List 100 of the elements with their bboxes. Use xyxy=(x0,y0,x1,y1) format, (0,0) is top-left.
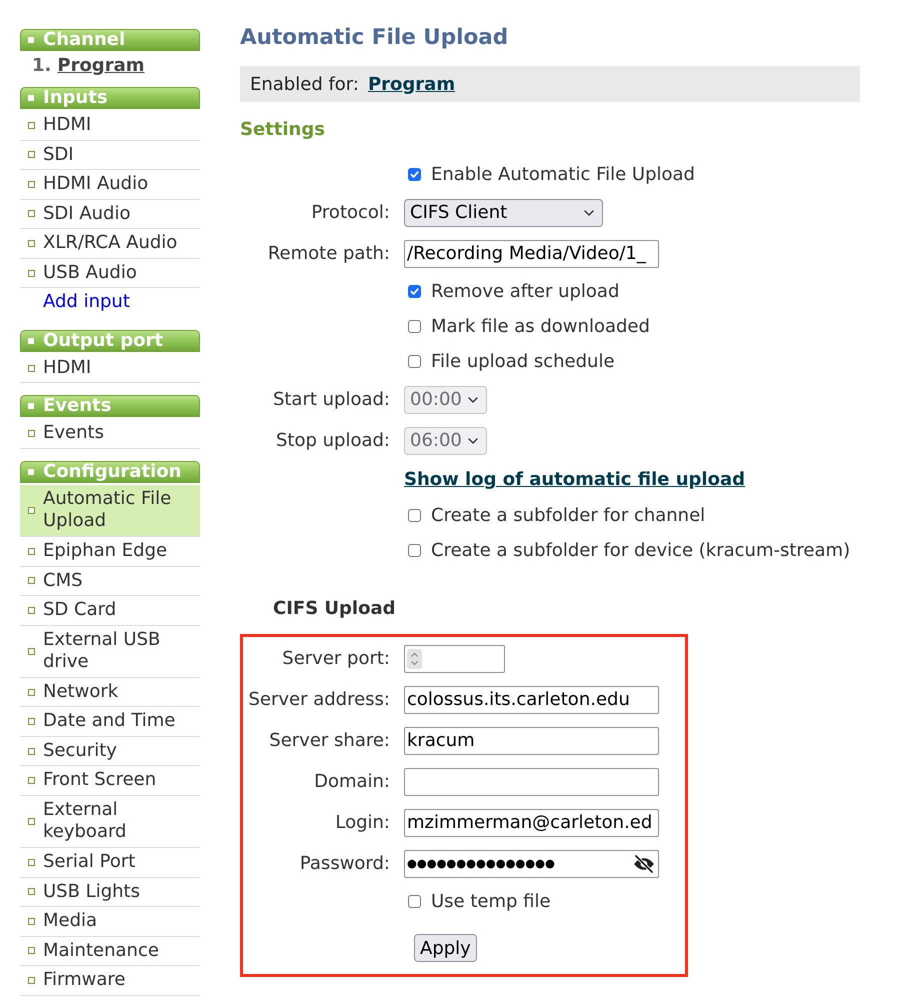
field-label: Login: xyxy=(334,812,390,833)
sidebar-item[interactable]: USB Audio xyxy=(20,258,200,288)
log-link[interactable]: Show log of automatic file upload xyxy=(404,469,860,490)
sidebar-item[interactable]: Events xyxy=(20,419,200,449)
checkbox[interactable] xyxy=(408,168,421,181)
square-bullet-icon xyxy=(28,777,35,784)
sidebar-item[interactable]: External USB drive xyxy=(20,626,200,678)
square-bullet-icon xyxy=(28,468,34,475)
page-title: Automatic File Upload xyxy=(240,24,510,52)
chevron-down-icon xyxy=(468,438,478,444)
password-input[interactable]: ●●●●●●●●●●●●●●● xyxy=(404,850,659,878)
sidebar-item[interactable]: CMS xyxy=(20,566,200,596)
apply-button[interactable]: Apply xyxy=(414,934,477,962)
square-bullet-icon xyxy=(28,976,35,984)
square-bullet-icon xyxy=(28,648,35,655)
square-bullet-icon xyxy=(28,577,35,584)
checkbox[interactable] xyxy=(408,509,421,522)
sidebar-item[interactable]: External keyboard xyxy=(20,796,200,848)
sidebar-item[interactable]: Network xyxy=(20,678,200,708)
square-bullet-icon xyxy=(28,430,35,438)
square-bullet-icon xyxy=(28,37,34,43)
square-bullet-icon xyxy=(28,947,35,954)
checkbox[interactable] xyxy=(408,320,421,333)
enabled-label: Enabled for: xyxy=(250,74,359,94)
sidebar-item[interactable]: Automatic File Upload xyxy=(20,484,200,538)
section-title: Channel xyxy=(43,30,126,50)
chevron-down-icon xyxy=(584,210,594,216)
section-heading: CIFS Upload xyxy=(272,597,397,621)
sidebar-item[interactable]: Security xyxy=(20,736,200,766)
square-bullet-icon xyxy=(28,918,35,925)
field-label: Stop upload: xyxy=(274,430,390,451)
square-bullet-icon xyxy=(28,888,35,896)
sidebar-item[interactable]: Epiphan Edge xyxy=(20,537,200,567)
square-bullet-icon xyxy=(28,364,35,372)
sidebar-item[interactable]: Serial Port xyxy=(20,848,200,878)
field-label: Protocol: xyxy=(310,202,390,223)
sidebar-link[interactable]: Add input xyxy=(20,288,200,318)
sidebar-item[interactable]: SDI xyxy=(20,140,200,170)
sidebar-item[interactable]: HDMI xyxy=(20,111,200,141)
section-title: Events xyxy=(43,396,112,416)
section-title: Configuration xyxy=(43,462,182,482)
square-bullet-icon xyxy=(28,748,35,755)
sidebar-item[interactable]: SD Card xyxy=(20,596,200,626)
sidebar-item[interactable]: Date and Time xyxy=(20,707,200,737)
sidebar-item[interactable]: Front Screen xyxy=(20,766,200,796)
square-bullet-icon xyxy=(28,506,35,514)
section-title: Output port xyxy=(43,330,164,351)
sidebar-item[interactable]: USB Lights xyxy=(20,878,200,908)
field-label: Server port: xyxy=(281,648,390,669)
square-bullet-icon xyxy=(28,95,34,101)
field-label: Domain: xyxy=(313,771,390,792)
checkbox[interactable] xyxy=(408,544,421,557)
square-bullet-icon xyxy=(28,270,35,276)
text-input[interactable]: /Recording Media/Video/1_ xyxy=(404,240,659,268)
square-bullet-icon xyxy=(28,606,35,614)
square-bullet-icon xyxy=(28,210,35,218)
checkbox[interactable] xyxy=(408,355,421,368)
square-bullet-icon xyxy=(28,403,34,410)
checkbox-label: Create a subfolder for channel xyxy=(431,505,706,526)
checkbox-label: Use temp file xyxy=(431,891,551,912)
checkbox-label: Create a subfolder for device (kracum-stream) xyxy=(431,540,850,561)
square-bullet-icon xyxy=(28,818,35,825)
checkbox[interactable] xyxy=(408,285,421,298)
section-title: Inputs xyxy=(43,88,108,108)
text-input[interactable]: mzimmerman@carleton.ed xyxy=(404,808,659,836)
number-input[interactable] xyxy=(404,644,505,672)
dropdown[interactable]: CIFS Client xyxy=(404,198,603,226)
checkbox-label: File upload schedule xyxy=(431,351,615,372)
channel-number: 1. xyxy=(32,56,52,75)
square-bullet-icon xyxy=(28,688,35,696)
sidebar-item[interactable]: Firmware xyxy=(20,966,200,996)
text-input[interactable]: kracum xyxy=(404,726,659,754)
checkbox-label: Enable Automatic File Upload xyxy=(431,164,695,185)
checkbox-label: Mark file as downloaded xyxy=(431,316,650,337)
sidebar-item[interactable]: XLR/RCA Audio xyxy=(20,229,200,259)
sidebar-item[interactable]: Maintenance xyxy=(20,936,200,966)
square-bullet-icon xyxy=(28,151,35,158)
field-label: Server address: xyxy=(247,689,390,710)
field-label: Server share: xyxy=(268,730,390,751)
field-label: Password: xyxy=(298,853,390,874)
eye-slash-icon[interactable] xyxy=(633,854,655,872)
channel-link[interactable]: Program xyxy=(368,74,456,94)
text-input[interactable]: colossus.its.carleton.edu xyxy=(404,686,659,714)
stepper-arrows-icon[interactable] xyxy=(407,648,422,668)
text-input[interactable] xyxy=(404,768,659,796)
square-bullet-icon xyxy=(28,548,35,555)
square-bullet-icon xyxy=(28,122,35,129)
square-bullet-icon xyxy=(28,338,34,344)
checkbox-label: Remove after upload xyxy=(431,281,620,302)
square-bullet-icon xyxy=(28,858,35,866)
sidebar-item[interactable]: SDI Audio xyxy=(20,200,200,230)
sidebar-item[interactable]: HDMI Audio xyxy=(20,170,200,200)
channel-link[interactable]: Program xyxy=(57,56,144,75)
square-bullet-icon xyxy=(28,180,35,188)
checkbox[interactable] xyxy=(408,895,421,908)
field-label: Remote path: xyxy=(266,243,390,264)
sidebar-item[interactable]: HDMI xyxy=(20,354,200,384)
sidebar-item[interactable]: Media xyxy=(20,907,200,937)
field-label: Start upload: xyxy=(272,389,390,410)
chevron-down-icon xyxy=(468,396,478,402)
